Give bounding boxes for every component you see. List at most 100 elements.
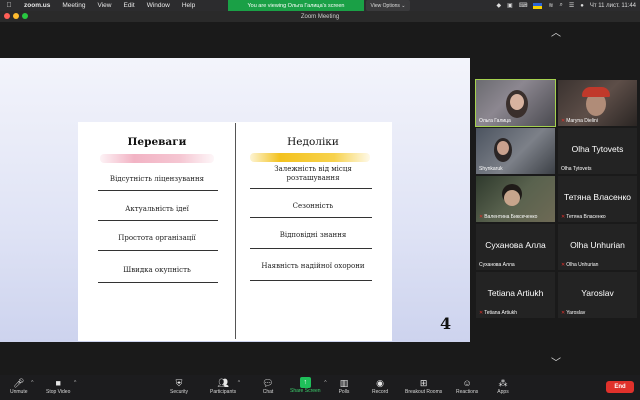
stop-video-button[interactable]: ■ Stop Video ^ <box>46 377 76 395</box>
row-line <box>98 220 218 221</box>
polls-button[interactable]: ▥ Polls <box>338 377 350 396</box>
meeting-stage: Переваги Недоліки Відсутність ліцензуван… <box>0 22 640 375</box>
participant-tile[interactable]: Shynkaruk <box>476 128 555 174</box>
minimize-window-button[interactable] <box>13 13 19 19</box>
reactions-button[interactable]: ☺ Reactions <box>456 377 478 395</box>
chat-button[interactable]: 💬︎ Chat <box>262 377 274 396</box>
participant-display-name: Тетяна Власенко <box>563 192 631 202</box>
participant-tile[interactable]: Тетяна Власенко ✕ Тетяна Власенко <box>558 176 637 222</box>
ukraine-flag-icon[interactable] <box>533 2 543 9</box>
slide-page-number: 4 <box>440 314 452 333</box>
reactions-icon: ☺ <box>462 378 472 388</box>
participant-tile[interactable]: Olha Unhurian ✕ Olha Unhurian <box>558 224 637 270</box>
fullscreen-window-button[interactable] <box>22 13 28 19</box>
close-window-button[interactable] <box>4 13 10 19</box>
menu-meeting[interactable]: Meeting <box>56 2 91 9</box>
control-center-icon[interactable]: ☰ <box>569 2 574 9</box>
participant-name: Суханова Алла <box>479 262 515 268</box>
participant-tile[interactable]: Olha Tytovets Olha Tytovets <box>558 128 637 174</box>
dropbox-icon[interactable]: ◆ <box>496 2 501 9</box>
zoom-screen:  zoom.us Meeting View Edit Window Help … <box>0 0 640 400</box>
window-controls <box>4 13 28 19</box>
keyboard-icon[interactable]: ⌨ <box>519 2 528 9</box>
wifi-icon[interactable]: ≋ <box>548 2 553 9</box>
polls-icon: ▥ <box>339 377 349 388</box>
view-options-button[interactable]: View Options ⌄ <box>366 0 410 11</box>
chevron-up-icon[interactable]: ^ <box>238 380 240 386</box>
participants-button[interactable]: 👥︎ Participants ^ <box>210 377 240 396</box>
gallery-prev-arrow[interactable]: ︿ <box>550 29 562 39</box>
participant-name: Ольга Галица <box>479 118 511 124</box>
participant-name: ✕ Тетяна Власенко <box>561 214 606 220</box>
gallery-next-arrow[interactable]: ﹀ <box>550 359 562 369</box>
end-meeting-button[interactable]: End <box>606 381 634 393</box>
chevron-up-icon[interactable]: ^ <box>31 380 33 386</box>
siri-icon[interactable]: ● <box>580 3 584 9</box>
row-line <box>98 250 218 251</box>
zoom-status-icon[interactable]: ▣ <box>507 2 513 9</box>
menu-window[interactable]: Window <box>141 2 176 9</box>
participant-face <box>504 190 520 206</box>
share-screen-button[interactable]: ↑ Share Screen ^ <box>290 377 327 394</box>
mic-muted-icon: ✕ <box>479 310 484 316</box>
breakout-rooms-label: Breakout Rooms <box>405 389 443 395</box>
participant-name-text: Olha Tytovets <box>561 166 592 172</box>
participant-display-name: Суханова Алла <box>485 240 546 250</box>
participant-hair <box>582 87 610 97</box>
participant-tile[interactable]: Суханова Алла Суханова Алла <box>476 224 555 270</box>
mic-muted-icon: ✕ <box>479 214 484 220</box>
pros-underline <box>100 154 214 163</box>
participant-tile[interactable]: ✕ Валентина Биксеченко <box>476 176 555 222</box>
apple-icon[interactable]:  <box>0 2 18 9</box>
video-camera-icon: ■ <box>55 378 61 388</box>
chevron-up-icon[interactable]: ^ <box>74 380 76 386</box>
participant-display-name: Olha Tytovets <box>571 144 624 154</box>
cons-underline <box>250 153 370 162</box>
participant-tile[interactable]: Ольга Галица <box>475 79 556 127</box>
participant-tile[interactable]: ✕ Maryna Dielini <box>558 80 637 126</box>
view-options-label: View Options <box>370 2 400 9</box>
record-button[interactable]: ◉ Record <box>372 377 388 396</box>
row-line <box>98 282 218 283</box>
security-label: Security <box>170 389 189 395</box>
unmute-button[interactable]: 🎤︎ Unmute ^ <box>10 377 34 396</box>
record-icon: ◉ <box>376 377 384 388</box>
breakout-rooms-button[interactable]: ⊞ Breakout Rooms <box>405 377 443 396</box>
row-line <box>250 188 372 189</box>
clock: Чт 11 лист. 11:44 <box>589 2 636 9</box>
participant-name: Olha Tytovets <box>561 166 591 172</box>
chevron-up-icon[interactable]: ^ <box>324 380 326 386</box>
window-title-bar: Zoom Meeting <box>0 11 640 22</box>
stop-video-label: Stop Video <box>46 389 71 395</box>
apps-button[interactable]: ⁂ Apps <box>497 377 509 396</box>
participant-name: ✕ Olha Unhurian <box>561 262 598 268</box>
row-line <box>250 280 372 281</box>
participant-tile[interactable]: Tetiana Artiukh ✕ Tetiana Artiukh <box>476 272 555 318</box>
participant-display-name: Yaroslav <box>581 288 614 298</box>
participant-name: ✕ Yaroslav <box>561 310 585 316</box>
unmute-label: Unmute <box>10 389 28 395</box>
menu-app-name[interactable]: zoom.us <box>18 2 56 9</box>
column-divider <box>235 123 236 339</box>
participant-tile[interactable]: Yaroslav ✕ Yaroslav <box>558 272 637 318</box>
menu-view[interactable]: View <box>92 2 118 9</box>
security-button[interactable]: ⛨ Security <box>170 377 189 396</box>
microphone-muted-icon: 🎤︎ <box>13 377 25 388</box>
participant-name-text: Ольга Галица <box>479 118 511 124</box>
meeting-toolbar: 🎤︎ Unmute ^ ■ Stop Video ^ ⛨ Security 👥︎… <box>0 375 640 400</box>
participant-face <box>497 141 509 155</box>
breakout-rooms-icon: ⊞ <box>419 377 428 388</box>
pros-item: Швидка окупність <box>123 266 191 274</box>
cons-item: Наявність надійної охорони <box>261 262 365 270</box>
participant-name-text: Maryna Dielini <box>566 118 598 124</box>
participant-name: ✕ Tetiana Artiukh <box>479 310 517 316</box>
menu-edit[interactable]: Edit <box>117 2 140 9</box>
participant-display-name: Tetiana Artiukh <box>487 288 544 298</box>
search-icon[interactable]: ⌕ <box>559 2 562 9</box>
row-line <box>250 217 372 218</box>
screen-share-banner: You are viewing Ольга Галица's screen <box>228 0 364 11</box>
participant-display-name: Olha Unhurian <box>570 240 625 250</box>
pros-heading: Переваги <box>127 136 187 148</box>
menu-help[interactable]: Help <box>176 2 201 9</box>
pros-item: Актуальність ідеї <box>125 205 189 213</box>
